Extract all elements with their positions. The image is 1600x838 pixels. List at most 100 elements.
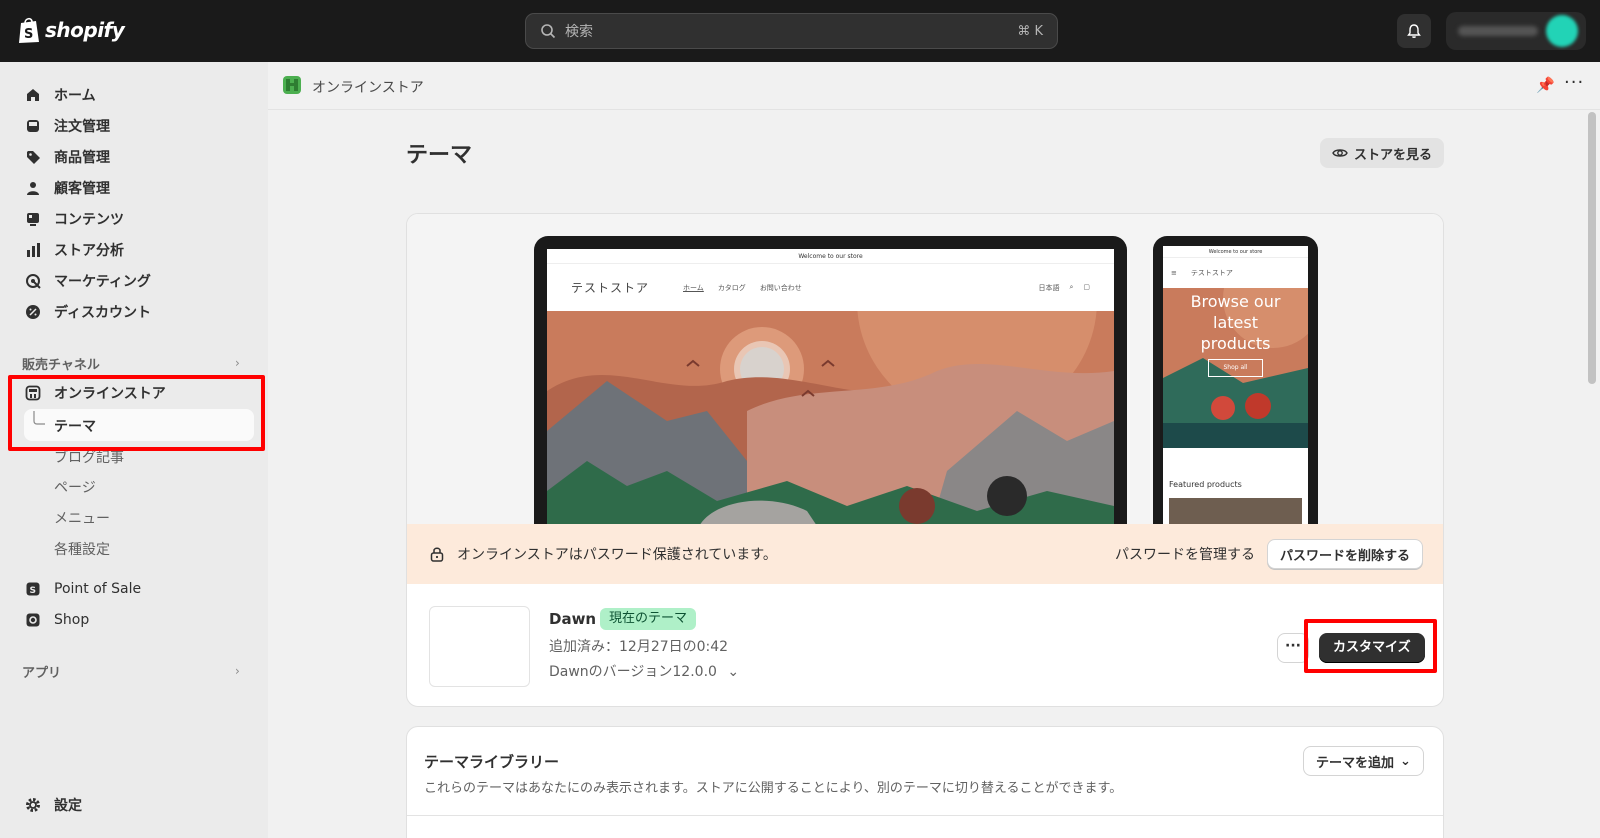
top-bar: S shopify 検索 ⌘ K: [0, 0, 1600, 62]
cart-icon: ▢: [1083, 282, 1090, 291]
sidebar-item-content[interactable]: コンテンツ: [24, 206, 124, 232]
sidebar-item-label: ストア分析: [54, 243, 124, 259]
shop-app-icon: [24, 611, 42, 629]
remove-password-button[interactable]: パスワードを削除する: [1266, 539, 1423, 569]
mobile-announcement-bar: Welcome to our store: [1163, 246, 1308, 258]
sidebar-item-label: 注文管理: [54, 119, 110, 135]
sidebar-item-point-of-sale[interactable]: S Point of Sale: [24, 576, 141, 602]
theme-version-toggle[interactable]: Dawnのバージョン12.0.0 ⌄: [549, 661, 739, 681]
sidebar-item-discounts[interactable]: ディスカウント: [24, 299, 151, 325]
mobile-store-name: テストストア: [1190, 269, 1233, 277]
pin-icon[interactable]: 📌: [1536, 76, 1555, 94]
password-banner: オンラインストアはパスワード保護されています。 パスワードを管理する パスワード…: [407, 524, 1443, 584]
sidebar-item-settings[interactable]: 設定: [24, 792, 82, 818]
account-name-blurred: [1458, 26, 1538, 36]
highlight-box-online-store: [8, 375, 265, 451]
sidebar-item-pages[interactable]: ページ: [54, 477, 96, 497]
sidebar-item-label: ホーム: [54, 88, 96, 104]
store-nav-link: ホーム: [683, 283, 704, 292]
view-store-label: ストアを見る: [1354, 147, 1433, 163]
sidebar-item-home[interactable]: ホーム: [24, 82, 96, 108]
chevron-right-icon[interactable]: ›: [235, 356, 240, 370]
mobile-preview: Welcome to our store ≡ テストストア Browse our…: [1153, 236, 1318, 524]
view-store-button[interactable]: ストアを見る: [1320, 138, 1445, 168]
manage-password-link[interactable]: パスワードを管理する: [1115, 544, 1255, 564]
sidebar-item-preferences[interactable]: 各種設定: [54, 539, 110, 559]
store-search-icon: ⌕: [1069, 282, 1074, 291]
hamburger-icon: ≡: [1171, 269, 1177, 277]
desktop-preview: Welcome to our store テストストア ホーム カタログ お問い…: [534, 236, 1127, 524]
breadcrumb: オンラインストア 📌 ···: [268, 62, 1600, 110]
online-store-icon: [283, 76, 301, 94]
theme-added-date: 追加済み：12月27日の0:42: [549, 639, 729, 655]
sidebar-item-marketing[interactable]: マーケティング: [24, 268, 151, 294]
theme-thumbnail: [429, 606, 530, 687]
sidebar-item-navigation[interactable]: メニュー: [54, 508, 110, 528]
bell-icon: [1407, 24, 1421, 38]
sidebar-item-orders[interactable]: 注文管理: [24, 113, 110, 139]
discount-icon: [24, 303, 42, 321]
search-icon: [541, 24, 556, 39]
notifications-button[interactable]: [1397, 14, 1431, 48]
language-selector: 日本語: [1038, 283, 1060, 292]
theme-name: Dawn: [549, 610, 597, 628]
more-actions-icon[interactable]: ···: [1564, 72, 1584, 93]
sidebar-item-label: ディスカウント: [54, 305, 152, 321]
theme-library-title: テーマライブラリー: [424, 753, 560, 771]
featured-products-label: Featured products: [1169, 480, 1242, 489]
gear-icon: [24, 796, 42, 814]
store-nav-link: お問い合わせ: [759, 283, 802, 292]
product-image: [1169, 498, 1302, 524]
shop-all-button: Shop all: [1208, 359, 1263, 377]
current-theme-row: Dawn 現在のテーマ 追加済み：12月27日の0:42 Dawnのバージョン1…: [407, 584, 1443, 706]
pos-icon: S: [24, 580, 42, 598]
mobile-hero-heading: Browse our latest products: [1190, 292, 1281, 353]
account-menu[interactable]: [1446, 12, 1586, 50]
sidebar-item-label: マーケティング: [54, 274, 151, 290]
sales-channels-label[interactable]: 販売チャネル: [22, 354, 100, 373]
store-name: テストストア: [571, 281, 650, 295]
sidebar-item-analytics[interactable]: ストア分析: [24, 237, 124, 263]
theme-preview[interactable]: Welcome to our store テストストア ホーム カタログ お問い…: [407, 214, 1443, 524]
sidebar-item-label: 商品管理: [54, 150, 110, 166]
hero-illustration: [547, 249, 1114, 524]
status-badge: 現在のテーマ: [600, 608, 697, 630]
search-input[interactable]: 検索 ⌘ K: [525, 13, 1058, 49]
svg-text:S: S: [30, 586, 36, 596]
tag-icon: [24, 148, 42, 166]
scrollbar[interactable]: [1588, 112, 1596, 384]
shopify-logo[interactable]: S shopify: [18, 16, 125, 44]
sidebar-item-label: Point of Sale: [54, 581, 142, 597]
add-theme-label: テーマを追加: [1316, 755, 1395, 771]
store-nav-link: カタログ: [717, 283, 746, 292]
store-header: テストストア ホーム カタログ お問い合わせ 日本語 ⌕ ▢: [547, 264, 1114, 311]
theme-version-label: Dawnのバージョン12.0.0: [549, 664, 717, 680]
search-placeholder: 検索: [565, 24, 593, 40]
eye-icon: [1332, 149, 1348, 157]
home-icon: [24, 86, 42, 104]
inbox-icon: [24, 117, 42, 135]
announcement-bar: Welcome to our store: [547, 249, 1114, 264]
logo-text: shopify: [45, 18, 125, 42]
divider: [407, 815, 1443, 816]
password-banner-text: オンラインストアはパスワード保護されています。: [457, 547, 777, 563]
page-title: テーマ: [406, 143, 473, 168]
chevron-down-icon: ⌄: [727, 664, 740, 680]
svg-text:S: S: [24, 27, 33, 42]
add-theme-button[interactable]: テーマを追加 ⌄: [1303, 746, 1424, 776]
breadcrumb-label[interactable]: オンラインストア: [312, 77, 424, 97]
apps-label[interactable]: アプリ: [22, 662, 61, 681]
lock-icon: [430, 547, 444, 562]
sidebar-item-customers[interactable]: 顧客管理: [24, 175, 110, 201]
highlight-box-customize: [1304, 619, 1437, 673]
search-shortcut: ⌘ K: [1017, 23, 1043, 39]
sidebar-item-label: 顧客管理: [54, 181, 110, 197]
chart-bar-icon: [24, 241, 42, 259]
chevron-right-icon[interactable]: ›: [235, 664, 240, 678]
person-icon: [24, 179, 42, 197]
sidebar-item-shop[interactable]: Shop: [24, 607, 89, 633]
content-icon: [24, 210, 42, 228]
theme-library-card: テーマライブラリー これらのテーマはあなたにのみ表示されます。ストアに公開するこ…: [406, 726, 1444, 838]
sidebar-item-products[interactable]: 商品管理: [24, 144, 110, 170]
sidebar-item-label: コンテンツ: [54, 212, 124, 228]
